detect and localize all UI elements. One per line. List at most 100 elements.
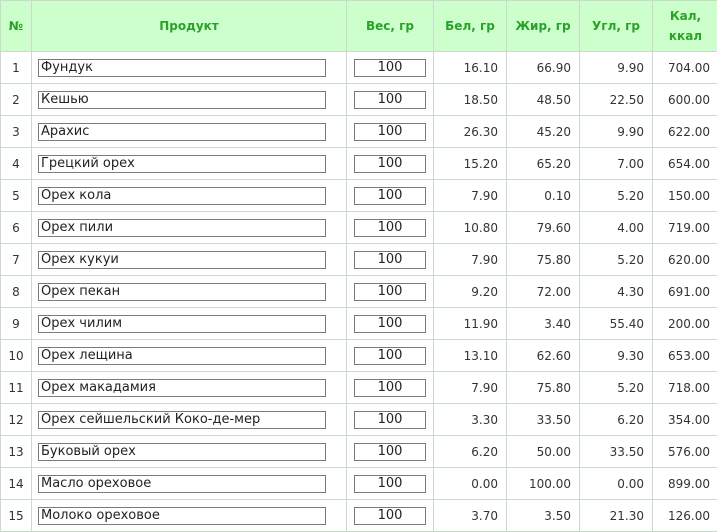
carbs-value: 5.20 [580,180,653,212]
weight-input[interactable] [354,251,426,269]
table-row: 326.3045.209.90622.00 [1,116,717,148]
product-cell [32,84,347,116]
weight-cell [347,308,434,340]
product-cell [32,276,347,308]
carbs-value: 21.30 [580,500,653,532]
table-row: 77.9075.805.20620.00 [1,244,717,276]
protein-value: 7.90 [434,180,507,212]
table-row: 153.703.5021.30126.00 [1,500,717,532]
fat-value: 100.00 [507,468,580,500]
row-number: 15 [1,500,32,532]
row-number: 12 [1,404,32,436]
calories-value: 620.00 [653,244,717,276]
table-row: 123.3033.506.20354.00 [1,404,717,436]
product-cell [32,180,347,212]
weight-cell [347,468,434,500]
fat-value: 75.80 [507,244,580,276]
weight-cell [347,116,434,148]
calories-value: 200.00 [653,308,717,340]
protein-value: 15.20 [434,148,507,180]
product-name-input[interactable] [38,123,326,141]
calories-value: 704.00 [653,52,717,84]
product-name-input[interactable] [38,283,326,301]
fat-value: 65.20 [507,148,580,180]
weight-input[interactable] [354,507,426,525]
weight-input[interactable] [354,379,426,397]
fat-value: 3.50 [507,500,580,532]
weight-input[interactable] [354,187,426,205]
fat-value: 72.00 [507,276,580,308]
row-number: 10 [1,340,32,372]
product-cell [32,436,347,468]
weight-input[interactable] [354,123,426,141]
protein-value: 16.10 [434,52,507,84]
row-number: 1 [1,52,32,84]
calories-value: 719.00 [653,212,717,244]
calories-value: 653.00 [653,340,717,372]
table-row: 1013.1062.609.30653.00 [1,340,717,372]
weight-input[interactable] [354,283,426,301]
weight-input[interactable] [354,411,426,429]
product-name-input[interactable] [38,315,326,333]
weight-cell [347,276,434,308]
weight-input[interactable] [354,91,426,109]
product-cell [32,212,347,244]
product-name-input[interactable] [38,251,326,269]
protein-value: 3.30 [434,404,507,436]
weight-input[interactable] [354,59,426,77]
carbs-value: 6.20 [580,404,653,436]
table-row: 89.2072.004.30691.00 [1,276,717,308]
product-cell [32,116,347,148]
product-name-input[interactable] [38,155,326,173]
weight-input[interactable] [354,443,426,461]
product-name-input[interactable] [38,379,326,397]
weight-input[interactable] [354,347,426,365]
product-name-input[interactable] [38,219,326,237]
product-name-input[interactable] [38,187,326,205]
header-product: Продукт [32,1,347,52]
protein-value: 10.80 [434,212,507,244]
product-name-input[interactable] [38,443,326,461]
protein-value: 26.30 [434,116,507,148]
fat-value: 66.90 [507,52,580,84]
carbs-value: 33.50 [580,436,653,468]
row-number: 8 [1,276,32,308]
header-num: № [1,1,32,52]
protein-value: 6.20 [434,436,507,468]
carbs-value: 9.90 [580,116,653,148]
product-name-input[interactable] [38,91,326,109]
header-weight: Вес, гр [347,1,434,52]
header-fat: Жир, гр [507,1,580,52]
weight-cell [347,52,434,84]
calories-value: 354.00 [653,404,717,436]
row-number: 9 [1,308,32,340]
row-number: 6 [1,212,32,244]
weight-input[interactable] [354,475,426,493]
header-row: № Продукт Вес, гр Бел, гр Жир, гр Угл, г… [1,1,717,52]
product-cell [32,148,347,180]
weight-cell [347,404,434,436]
protein-value: 13.10 [434,340,507,372]
product-cell [32,340,347,372]
table-row: 117.9075.805.20718.00 [1,372,717,404]
weight-input[interactable] [354,315,426,333]
carbs-value: 9.30 [580,340,653,372]
product-name-input[interactable] [38,411,326,429]
product-name-input[interactable] [38,507,326,525]
protein-value: 9.20 [434,276,507,308]
table-row: 415.2065.207.00654.00 [1,148,717,180]
nutrition-table: № Продукт Вес, гр Бел, гр Жир, гр Угл, г… [0,0,717,532]
weight-input[interactable] [354,155,426,173]
row-number: 14 [1,468,32,500]
product-name-input[interactable] [38,59,326,77]
carbs-value: 9.90 [580,52,653,84]
row-number: 5 [1,180,32,212]
weight-input[interactable] [354,219,426,237]
fat-value: 50.00 [507,436,580,468]
header-carbs: Угл, гр [580,1,653,52]
row-number: 4 [1,148,32,180]
product-name-input[interactable] [38,347,326,365]
header-protein: Бел, гр [434,1,507,52]
row-number: 7 [1,244,32,276]
product-name-input[interactable] [38,475,326,493]
